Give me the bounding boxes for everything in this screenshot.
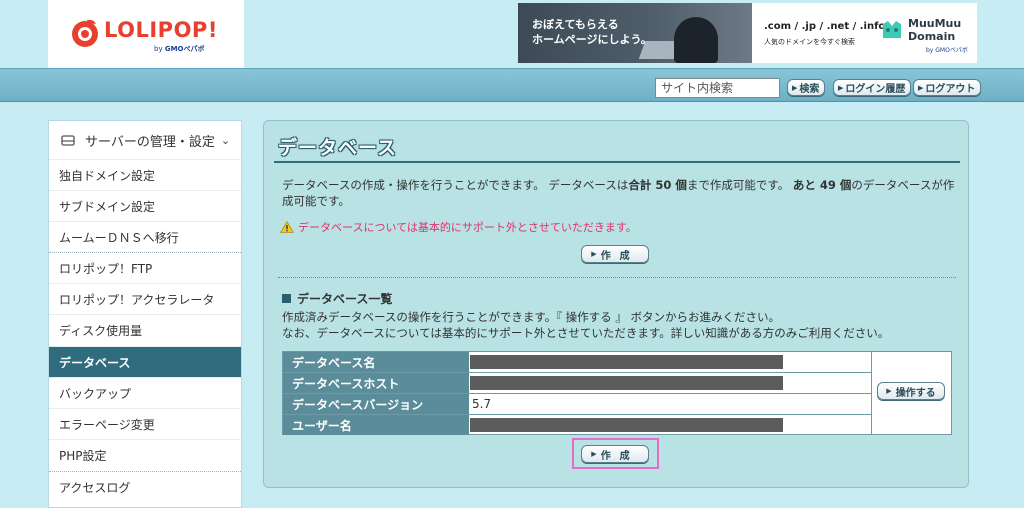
redacted-value: [470, 355, 783, 369]
database-list-heading: データベース一覧: [282, 290, 392, 307]
support-warning: データベースについては基本的にサポート外とさせていただきます。: [280, 219, 637, 235]
site-search-input[interactable]: [655, 78, 780, 98]
chevron-down-icon: ⌄: [220, 133, 231, 147]
logout-button[interactable]: ▶ ログアウト: [913, 79, 982, 96]
table-row-database-version: データベースバージョン 5.7: [283, 394, 871, 415]
server-icon: [61, 134, 75, 146]
banner-domains: .com / .jp / .net / .info: [764, 21, 886, 32]
warning-icon: [280, 221, 294, 233]
sidebar-item-subdomain[interactable]: サブドメイン設定: [49, 190, 241, 221]
table-row-username: ユーザー名: [283, 415, 871, 436]
operate-button[interactable]: ▶ 操作する: [877, 382, 945, 400]
sidebar-item-disk-usage[interactable]: ディスク使用量: [49, 314, 241, 345]
lolipop-logo[interactable]: LOLIPOP! by GMOペパボ: [48, 0, 244, 68]
database-version-value: 5.7: [472, 397, 492, 411]
section-divider: [278, 277, 956, 278]
row-label: データベースバージョン: [283, 394, 469, 414]
row-label: データベース名: [283, 352, 469, 372]
database-info-table: データベース名 データベースホスト データベースバージョン 5.7 ユーザー名 …: [282, 351, 952, 435]
logo-company: by GMOペパボ: [154, 45, 205, 53]
table-action-cell: ▶ 操作する: [871, 352, 951, 434]
panel-title-bar: データベース: [274, 129, 960, 163]
create-database-button-top[interactable]: ▶ 作成: [581, 245, 649, 263]
sidebar-item-error-page[interactable]: エラーページ変更: [49, 408, 241, 439]
login-history-button[interactable]: ▶ ログイン履歴: [833, 79, 912, 96]
sidebar-item-muumuu-dns[interactable]: ムームーＤＮＳへ移行: [49, 221, 241, 252]
triangle-right-icon: ▶: [886, 387, 892, 395]
database-panel: データベース データベースの作成・操作を行うことができます。 データベースは合計…: [263, 120, 969, 488]
sidebar: サーバーの管理・設定 ⌄ 独自ドメイン設定 サブドメイン設定 ムームーＤＮＳへ移…: [48, 120, 242, 508]
sidebar-item-access-log[interactable]: アクセスログ: [49, 471, 241, 502]
sidebar-item-php-settings[interactable]: PHP設定: [49, 439, 241, 470]
table-row-database-host: データベースホスト: [283, 373, 871, 394]
create-button-highlight: [572, 438, 659, 469]
sidebar-item-accelerator[interactable]: ロリポップ！アクセラレータ: [49, 283, 241, 314]
page-title: データベース: [278, 137, 398, 159]
database-list-description: 作成済みデータベースの操作を行うことができます。『 操作する 』 ボタンからお進…: [282, 310, 890, 340]
sidebar-item-backup[interactable]: バックアップ: [49, 377, 241, 408]
muumuu-by: by GMOペパボ: [926, 47, 968, 54]
banner-subtext: 人気のドメインを今すぐ検索: [764, 38, 855, 46]
row-label: データベースホスト: [283, 373, 469, 393]
triangle-right-icon: ▶: [591, 250, 597, 258]
intro-text: データベースの作成・操作を行うことができます。 データベースは合計 50 個まで…: [282, 178, 955, 208]
table-row-database-name: データベース名: [283, 352, 871, 373]
sidebar-item-database[interactable]: データベース: [49, 346, 241, 377]
triangle-right-icon: ▶: [838, 83, 844, 92]
header: LOLIPOP! by GMOペパボ おぼえてもらえる ホームページにしよう。 …: [0, 0, 1024, 68]
banner-copy: おぼえてもらえる ホームページにしよう。: [532, 18, 652, 46]
sidebar-item-ftp[interactable]: ロリポップ！FTP: [49, 252, 241, 283]
sidebar-item-custom-domain[interactable]: 独自ドメイン設定: [49, 159, 241, 190]
muumuu-domain-banner[interactable]: おぼえてもらえる ホームページにしよう。 .com / .jp / .net /…: [518, 3, 977, 63]
top-navbar: ▶ 検索 ▶ ログイン履歴 ▶ ログアウト: [0, 68, 1024, 102]
sidebar-heading-server-management[interactable]: サーバーの管理・設定 ⌄: [49, 121, 241, 159]
muumuu-logo-icon: [883, 21, 901, 38]
square-bullet-icon: [282, 294, 291, 303]
search-button[interactable]: ▶ 検索: [787, 79, 826, 96]
redacted-value: [470, 376, 783, 390]
triangle-right-icon: ▶: [792, 83, 798, 92]
triangle-right-icon: ▶: [918, 83, 924, 92]
lolipop-logo-icon: [72, 19, 98, 47]
logo-text: LOLIPOP!: [104, 18, 218, 42]
row-label: ユーザー名: [283, 415, 469, 435]
redacted-value: [470, 418, 783, 432]
muumuu-brand: MuuMuu Domain: [908, 17, 962, 43]
